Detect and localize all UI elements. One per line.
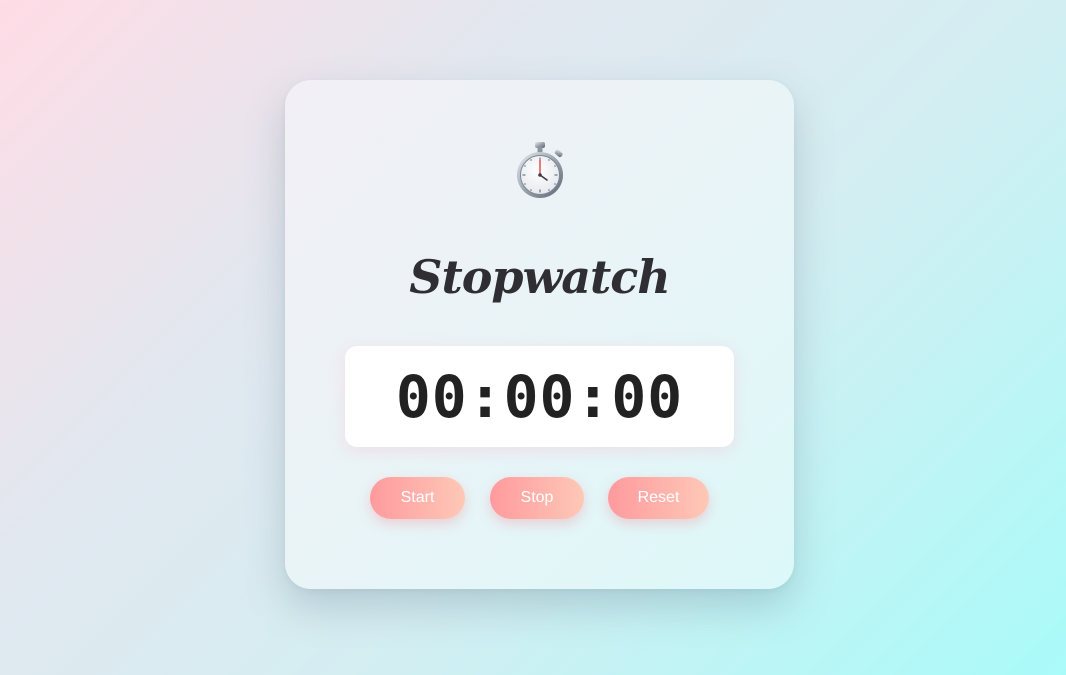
stopwatch-card: Stopwatch 00:00:00 Start Stop Reset (285, 80, 794, 589)
app-title: Stopwatch (409, 250, 670, 304)
elapsed-time: 00:00:00 (395, 362, 684, 431)
start-button[interactable]: Start (370, 477, 465, 519)
stop-button[interactable]: Stop (490, 477, 584, 519)
stopwatch-icon (516, 142, 563, 198)
stopwatch-icon-container (285, 140, 794, 202)
time-display: 00:00:00 (345, 346, 734, 447)
reset-button[interactable]: Reset (608, 477, 709, 519)
